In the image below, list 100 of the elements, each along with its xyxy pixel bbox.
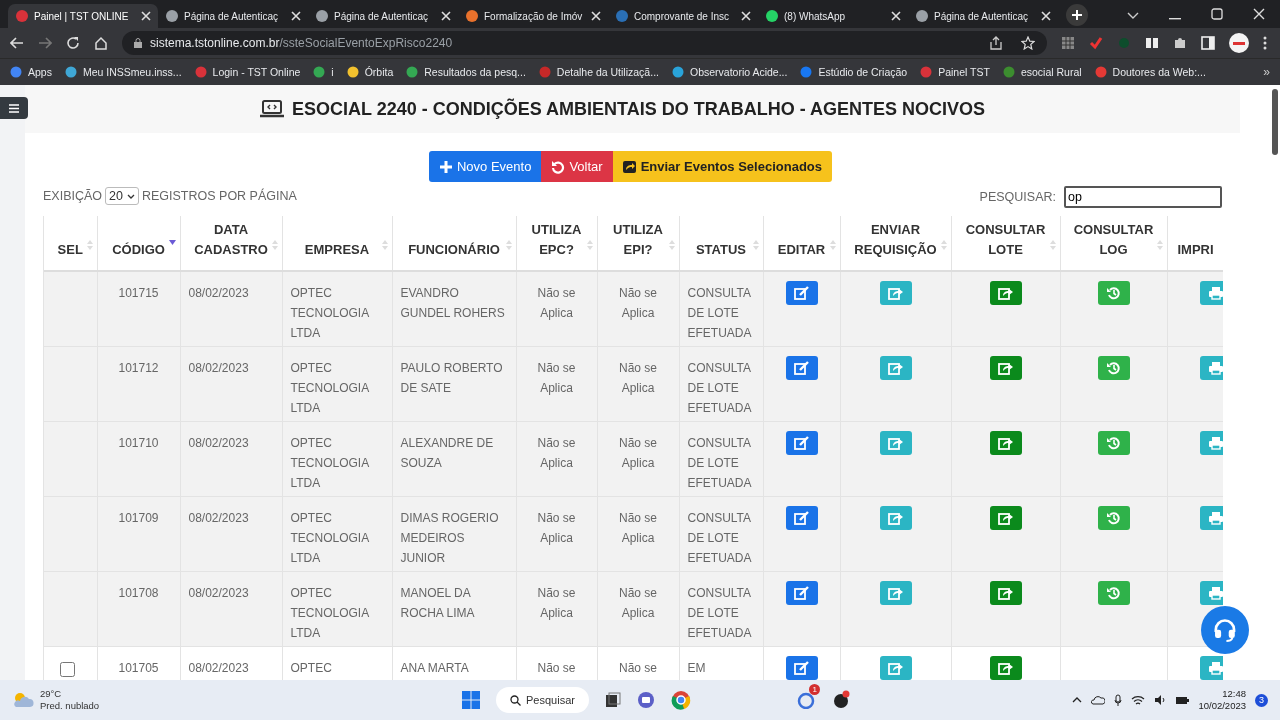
browser-tab[interactable]: Página de Autenticaç [908, 4, 1058, 28]
print-button[interactable] [1199, 430, 1223, 455]
edit-button[interactable] [785, 355, 818, 380]
wifi-icon[interactable] [1131, 694, 1146, 706]
close-icon[interactable] [741, 11, 751, 21]
scrollbar-thumb[interactable] [1272, 89, 1278, 155]
grid-icon[interactable] [1061, 36, 1075, 50]
send-button[interactable]: Enviar Eventos Selecionados [612, 151, 832, 182]
browser-tab[interactable]: Painel | TST ONLINE [8, 4, 158, 28]
check-icon[interactable] [1089, 36, 1103, 50]
star-icon[interactable] [1021, 36, 1035, 50]
print-button[interactable] [1199, 281, 1223, 305]
microphone-icon[interactable] [1114, 693, 1123, 707]
cloud-icon[interactable] [1091, 695, 1106, 705]
chevron-down-icon[interactable] [1127, 12, 1139, 20]
edit-icon [793, 286, 810, 300]
address-field[interactable]: sistema.tstonline.com.br/ssteSocialEventoExpRisco2240 [122, 31, 1047, 55]
table-cell: EM [687, 660, 706, 675]
browser-icon[interactable] [670, 690, 691, 710]
bookmark[interactable]: Meu INSSmeu.inss... [64, 66, 182, 78]
edit-button[interactable] [785, 281, 818, 305]
send-button[interactable] [879, 281, 912, 305]
new-tab-icon[interactable] [1066, 4, 1088, 26]
back-icon[interactable] [10, 37, 24, 49]
browser-tab[interactable]: Página de Autenticaç [308, 4, 458, 28]
print-button[interactable] [1199, 355, 1223, 380]
row-checkbox[interactable] [60, 661, 75, 677]
bookmark[interactable]: i [313, 66, 334, 78]
notification-badge[interactable]: 3 [1255, 693, 1268, 707]
avatar-icon[interactable] [1229, 33, 1249, 53]
send-button[interactable] [879, 505, 912, 530]
send-button[interactable] [879, 430, 912, 455]
page-size-select[interactable]: 20 [105, 187, 139, 205]
edit-button[interactable] [785, 580, 818, 605]
close-icon[interactable] [141, 11, 151, 21]
log-button[interactable] [1097, 281, 1130, 305]
sidebar-icon[interactable] [1201, 36, 1215, 50]
taskbar-search[interactable]: Pesquisar [496, 687, 589, 713]
reload-icon[interactable] [66, 36, 80, 50]
forward-icon[interactable] [38, 37, 52, 49]
table-cell: CONSULTA DE LOTE EFETUADA [687, 585, 752, 640]
bookmark[interactable]: Observatorio Acide... [671, 66, 788, 78]
log-button[interactable] [1097, 430, 1130, 455]
sort-icon [381, 240, 388, 250]
share-icon[interactable] [989, 36, 1003, 50]
minimize-icon[interactable] [1169, 18, 1181, 20]
print-button[interactable] [1199, 505, 1223, 530]
browser-tab[interactable]: Comprovante de Insc [608, 4, 758, 28]
batch-query-button[interactable] [989, 430, 1022, 455]
log-button[interactable] [1097, 580, 1130, 605]
send-button[interactable] [879, 580, 912, 605]
edit-button[interactable] [785, 655, 818, 680]
bookmark[interactable]: esocial Rural [1002, 66, 1082, 78]
close-icon[interactable] [1041, 11, 1051, 21]
close-icon[interactable] [891, 11, 901, 21]
speaker-icon[interactable] [1154, 695, 1167, 705]
browser-tab[interactable]: Página de Autenticaç [158, 4, 308, 28]
edit-button[interactable] [785, 505, 818, 530]
bookmark[interactable]: Painel TST [920, 66, 990, 78]
batch-query-button[interactable] [989, 281, 1022, 305]
batch-query-button[interactable] [989, 355, 1022, 380]
search-field[interactable]: op [1064, 186, 1222, 208]
log-button[interactable] [1097, 505, 1130, 530]
bookmark[interactable]: Doutores da Web:... [1094, 66, 1206, 78]
clock[interactable]: 12:48 10/02/2023 [1198, 688, 1246, 712]
back-button[interactable]: Voltar [541, 151, 613, 182]
menu-button[interactable] [0, 97, 28, 119]
table-cell: OPTEC TECNOLOGIA LTDA [290, 435, 369, 490]
edit-button[interactable] [785, 430, 818, 455]
close-icon[interactable] [1253, 8, 1265, 20]
bookmark[interactable]: Login - TST Online [194, 66, 301, 78]
table-cell: 101709 [118, 510, 159, 525]
browser-tab[interactable]: (8) WhatsApp [758, 4, 908, 28]
more-bookmarks-button[interactable]: » [1263, 65, 1270, 79]
bookmark[interactable]: Apps [10, 66, 52, 78]
bookmark[interactable]: Órbita [346, 66, 394, 78]
batch-query-button[interactable] [989, 580, 1022, 605]
battery-icon[interactable] [1175, 695, 1190, 705]
columns-icon[interactable] [1145, 36, 1159, 50]
bookmark[interactable]: Detalhe da Utilizaçã... [538, 66, 659, 78]
close-icon[interactable] [441, 11, 451, 21]
close-icon[interactable] [591, 11, 601, 21]
log-button[interactable] [1097, 355, 1130, 380]
send-button[interactable] [879, 655, 912, 680]
chat-icon[interactable] [636, 691, 655, 709]
bookmark[interactable]: Resultados da pesq... [406, 66, 526, 78]
send-button[interactable] [879, 355, 912, 380]
print-button[interactable] [1199, 655, 1223, 680]
maximize-icon[interactable] [1211, 8, 1223, 20]
task-view-icon[interactable] [604, 692, 621, 708]
batch-query-button[interactable] [989, 655, 1022, 680]
menu-icon[interactable] [1263, 36, 1267, 50]
bookmark[interactable]: Estúdio de Criação [800, 66, 908, 78]
close-icon[interactable] [291, 11, 301, 21]
new-button[interactable]: Novo Evento [428, 151, 542, 182]
home-icon[interactable] [94, 36, 108, 50]
chevron-up-icon[interactable] [1072, 697, 1083, 703]
batch-query-button[interactable] [989, 505, 1022, 530]
print-button[interactable] [1199, 580, 1223, 605]
browser-tab[interactable]: Formalização de Imóv [458, 4, 608, 28]
